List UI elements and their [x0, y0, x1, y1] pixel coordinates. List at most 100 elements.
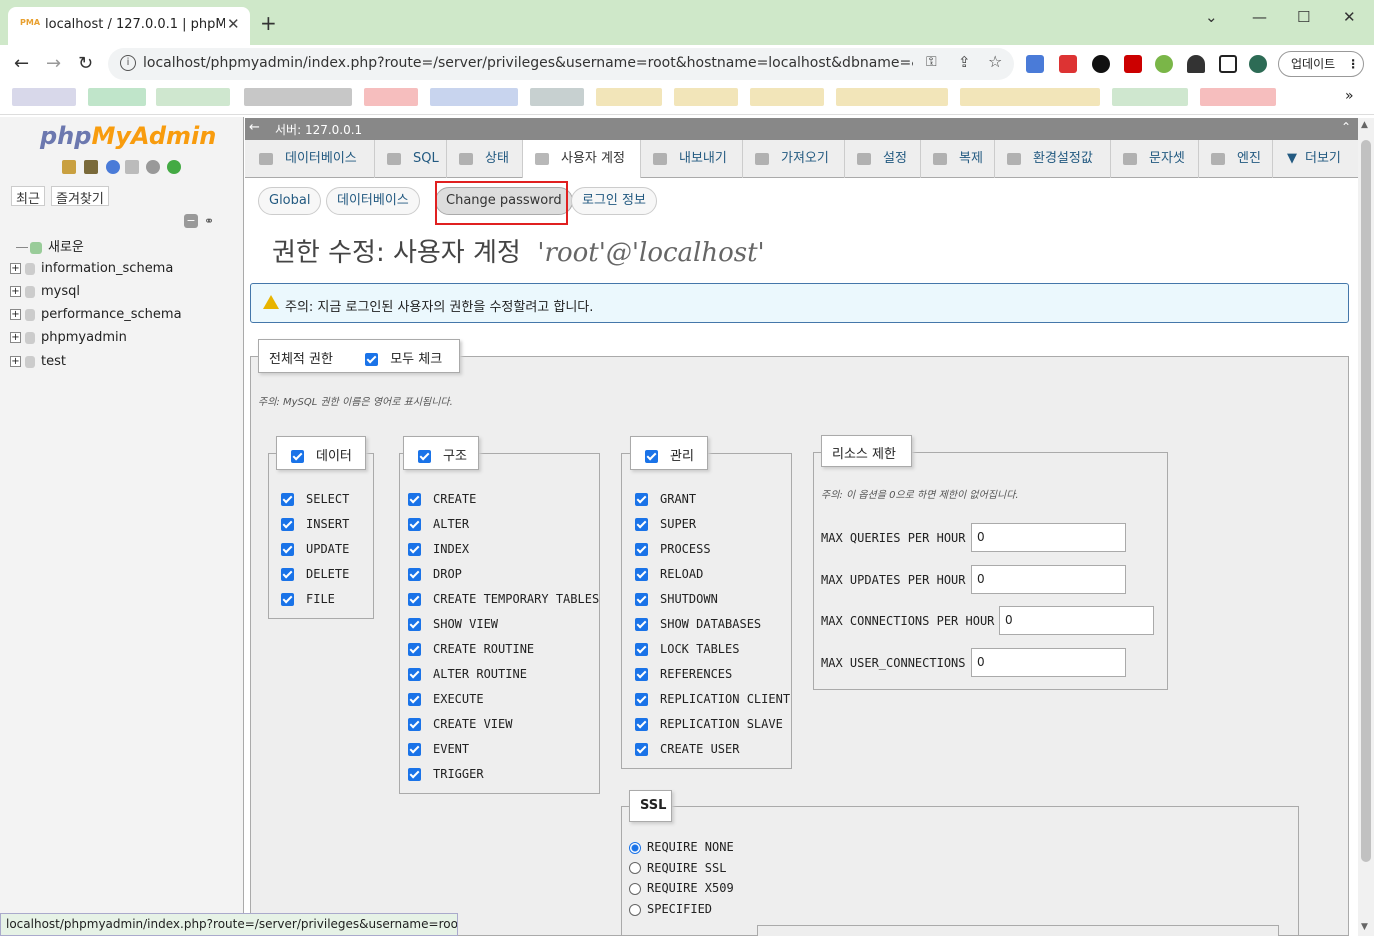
- privilege-checkbox[interactable]: [408, 643, 421, 656]
- ssl-radio[interactable]: [629, 903, 641, 916]
- privilege-checkbox[interactable]: [408, 493, 421, 506]
- download-extension-icon[interactable]: [1092, 55, 1110, 73]
- tab-more[interactable]: ▼ 더보기: [1273, 140, 1358, 178]
- tab-user-accounts[interactable]: 사용자 계정: [523, 140, 641, 178]
- structure-priv-item[interactable]: CREATE: [408, 492, 476, 506]
- recent-button[interactable]: 최근: [11, 186, 45, 207]
- privilege-label[interactable]: GRANT: [660, 492, 696, 506]
- structure-priv-item[interactable]: CREATE VIEW: [408, 717, 512, 731]
- reload-nav-icon[interactable]: [167, 160, 181, 174]
- update-button[interactable]: 업데이트 ⋮: [1278, 51, 1364, 77]
- server-label[interactable]: 서버: 127.0.0.1: [275, 121, 362, 138]
- admin-priv-item[interactable]: CREATE USER: [635, 742, 739, 756]
- scroll-top-icon[interactable]: ⌃: [1341, 120, 1351, 134]
- tab-replication[interactable]: 복제: [921, 140, 995, 178]
- ssl-radio[interactable]: [629, 882, 641, 895]
- privilege-label[interactable]: CREATE: [433, 492, 476, 506]
- admin-priv-item[interactable]: REFERENCES: [635, 667, 732, 681]
- bookmark-item[interactable]: [1112, 88, 1188, 106]
- admin-priv-item[interactable]: PROCESS: [635, 542, 711, 556]
- logout-icon[interactable]: [84, 160, 98, 174]
- structure-priv-item[interactable]: ALTER ROUTINE: [408, 667, 527, 681]
- scrollbar-thumb[interactable]: [1361, 140, 1371, 862]
- structure-priv-item[interactable]: EVENT: [408, 742, 469, 756]
- privilege-checkbox[interactable]: [281, 593, 294, 606]
- subtab-database[interactable]: 데이터베이스: [326, 187, 420, 215]
- settings-gear-icon[interactable]: [146, 160, 160, 174]
- privilege-checkbox[interactable]: [408, 618, 421, 631]
- reload-button[interactable]: ↻: [78, 53, 93, 74]
- tab-charsets[interactable]: 문자셋: [1111, 140, 1199, 178]
- privilege-label[interactable]: DELETE: [306, 567, 349, 581]
- privilege-checkbox[interactable]: [281, 568, 294, 581]
- privilege-checkbox[interactable]: [635, 543, 648, 556]
- bookmark-item[interactable]: [88, 88, 146, 106]
- collapse-all-icon[interactable]: −: [184, 214, 198, 228]
- data-priv-item[interactable]: FILE: [281, 592, 335, 606]
- privilege-label[interactable]: EVENT: [433, 742, 469, 756]
- privilege-checkbox[interactable]: [408, 518, 421, 531]
- ssl-option[interactable]: SPECIFIED: [629, 902, 712, 916]
- max-updates-input[interactable]: 0: [971, 565, 1126, 594]
- subtab-global[interactable]: Global: [258, 187, 322, 215]
- docs-icon[interactable]: [125, 160, 139, 174]
- privilege-checkbox[interactable]: [408, 593, 421, 606]
- privilege-label[interactable]: RELOAD: [660, 567, 703, 581]
- tab-settings[interactable]: 설정: [845, 140, 921, 178]
- pdf-extension-icon[interactable]: [1124, 55, 1142, 73]
- collapse-sidebar-icon[interactable]: ←: [249, 120, 260, 135]
- tab-import[interactable]: 가져오기: [743, 140, 845, 178]
- privilege-label[interactable]: REPLICATION SLAVE: [660, 717, 783, 731]
- admin-priv-item[interactable]: SUPER: [635, 517, 696, 531]
- back-button[interactable]: ←: [14, 53, 29, 74]
- tree-item-new[interactable]: 새로운: [16, 236, 84, 255]
- privilege-checkbox[interactable]: [635, 643, 648, 656]
- privilege-checkbox[interactable]: [635, 743, 648, 756]
- tree-item-information-schema[interactable]: + information_schema: [10, 261, 173, 276]
- expand-icon[interactable]: +: [10, 309, 21, 320]
- structure-priv-item[interactable]: ALTER: [408, 517, 469, 531]
- ssl-option-label[interactable]: REQUIRE SSL: [647, 861, 726, 875]
- more-bookmarks-button[interactable]: »: [1345, 88, 1354, 104]
- structure-priv-item[interactable]: EXECUTE: [408, 692, 484, 706]
- privilege-label[interactable]: SHOW DATABASES: [660, 617, 761, 631]
- ssl-radio[interactable]: [629, 841, 641, 854]
- max-queries-input[interactable]: 0: [971, 523, 1126, 552]
- tab-export[interactable]: 내보내기: [641, 140, 743, 178]
- bookmark-item[interactable]: [430, 88, 518, 106]
- tree-item-test[interactable]: + test: [10, 354, 66, 369]
- data-priv-item[interactable]: DELETE: [281, 567, 349, 581]
- admin-priv-item[interactable]: SHUTDOWN: [635, 592, 718, 606]
- key-icon[interactable]: ⚿: [926, 54, 937, 70]
- privilege-label[interactable]: CREATE VIEW: [433, 717, 512, 731]
- bookmark-item[interactable]: [244, 88, 352, 106]
- data-priv-item[interactable]: INSERT: [281, 517, 349, 531]
- help-icon[interactable]: [106, 160, 120, 174]
- phpmyadmin-logo[interactable]: phpMyAdmin: [40, 122, 216, 150]
- bookmark-item[interactable]: [156, 88, 230, 106]
- browser-tab[interactable]: PMA localhost / 127.0.0.1 | phpMyAdmin ✕: [8, 7, 250, 45]
- privilege-checkbox[interactable]: [408, 568, 421, 581]
- translate-extension-icon[interactable]: [1026, 55, 1044, 73]
- privilege-label[interactable]: LOCK TABLES: [660, 642, 739, 656]
- tab-sql[interactable]: SQL: [375, 140, 447, 178]
- bookmark-item[interactable]: [596, 88, 662, 106]
- address-url[interactable]: localhost/phpmyadmin/index.php?route=/se…: [143, 55, 913, 71]
- bookmark-item[interactable]: [530, 88, 584, 106]
- privilege-label[interactable]: UPDATE: [306, 542, 349, 556]
- privilege-checkbox[interactable]: [635, 693, 648, 706]
- admin-priv-item[interactable]: REPLICATION CLIENT: [635, 692, 790, 706]
- privilege-label[interactable]: CREATE TEMPORARY TABLES: [433, 592, 599, 606]
- privilege-checkbox[interactable]: [408, 743, 421, 756]
- privilege-label[interactable]: DROP: [433, 567, 462, 581]
- data-checkall-checkbox[interactable]: [291, 450, 304, 463]
- privilege-checkbox[interactable]: [408, 718, 421, 731]
- privilege-checkbox[interactable]: [635, 518, 648, 531]
- side-panel-icon[interactable]: [1219, 55, 1237, 73]
- privilege-checkbox[interactable]: [408, 668, 421, 681]
- page-scrollbar[interactable]: ▲ ▼: [1358, 118, 1374, 936]
- favorites-button[interactable]: 즐겨찾기: [51, 186, 109, 207]
- bookmark-item[interactable]: [836, 88, 948, 106]
- bookmark-item[interactable]: [674, 88, 738, 106]
- site-info-icon[interactable]: i: [120, 55, 136, 71]
